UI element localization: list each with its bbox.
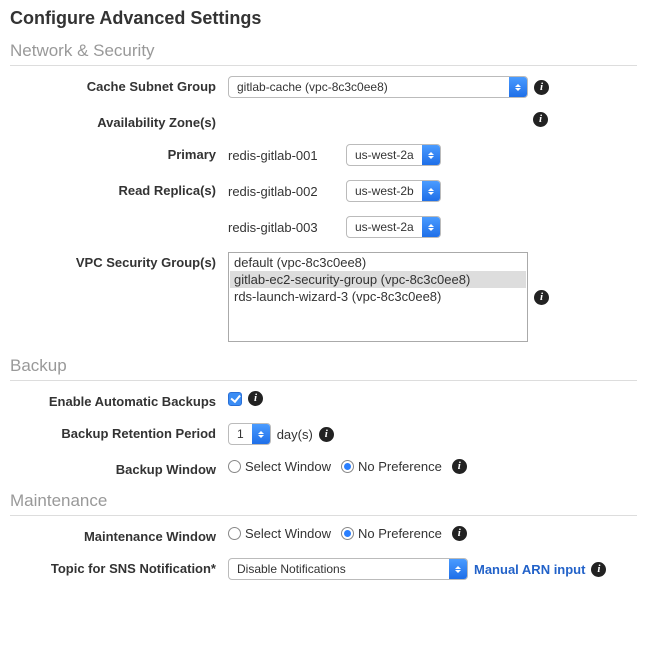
- sns-topic-select[interactable]: Disable Notifications: [228, 558, 468, 580]
- primary-zone-select[interactable]: us-west-2a: [346, 144, 441, 166]
- cache-subnet-label: Cache Subnet Group: [10, 76, 228, 94]
- info-icon[interactable]: i: [534, 80, 549, 95]
- radio-label: No Preference: [358, 526, 442, 541]
- backup-window-radio-none[interactable]: [341, 460, 354, 473]
- sg-option[interactable]: default (vpc-8c3c0ee8): [230, 254, 526, 271]
- replica-zone-select[interactable]: us-west-2a: [346, 216, 441, 238]
- replica-zone-select[interactable]: us-west-2b: [346, 180, 441, 202]
- read-replicas-label: Read Replica(s): [10, 180, 228, 198]
- page-title: Configure Advanced Settings: [10, 8, 637, 29]
- section-title-maintenance: Maintenance: [10, 491, 637, 516]
- retention-label: Backup Retention Period: [10, 423, 228, 441]
- primary-label: Primary: [10, 144, 228, 162]
- node-name: redis-gitlab-002: [228, 184, 340, 199]
- section-title-network: Network & Security: [10, 41, 637, 66]
- section-network-security: Network & Security Cache Subnet Group gi…: [10, 41, 637, 342]
- manual-arn-link[interactable]: Manual ARN input: [474, 562, 585, 577]
- security-groups-listbox[interactable]: default (vpc-8c3c0ee8) gitlab-ec2-securi…: [228, 252, 528, 342]
- chevron-updown-icon: [509, 77, 527, 97]
- backup-window-radio-select[interactable]: [228, 460, 241, 473]
- enable-backups-label: Enable Automatic Backups: [10, 391, 228, 409]
- zone-value: us-west-2b: [347, 184, 422, 198]
- sns-topic-value: Disable Notifications: [229, 562, 354, 576]
- zone-value: us-west-2a: [347, 220, 422, 234]
- enable-backups-checkbox[interactable]: [228, 392, 242, 406]
- radio-label: No Preference: [358, 459, 442, 474]
- chevron-updown-icon: [422, 181, 440, 201]
- info-icon[interactable]: i: [533, 112, 548, 127]
- security-groups-label: VPC Security Group(s): [10, 252, 228, 270]
- chevron-updown-icon: [422, 145, 440, 165]
- section-maintenance: Maintenance Maintenance Window Select Wi…: [10, 491, 637, 580]
- retention-unit: day(s): [277, 427, 313, 442]
- sg-option[interactable]: rds-launch-wizard-3 (vpc-8c3c0ee8): [230, 288, 526, 305]
- cache-subnet-select[interactable]: gitlab-cache (vpc-8c3c0ee8): [228, 76, 528, 98]
- node-name: redis-gitlab-001: [228, 148, 340, 163]
- zone-value: us-west-2a: [347, 148, 422, 162]
- maintenance-window-label: Maintenance Window: [10, 526, 228, 544]
- sns-topic-label: Topic for SNS Notification*: [10, 558, 228, 576]
- empty-label: [10, 216, 228, 219]
- retention-value: 1: [229, 427, 252, 441]
- cache-subnet-value: gitlab-cache (vpc-8c3c0ee8): [229, 80, 509, 94]
- info-icon[interactable]: i: [248, 391, 263, 406]
- sg-option[interactable]: gitlab-ec2-security-group (vpc-8c3c0ee8): [230, 271, 526, 288]
- backup-window-label: Backup Window: [10, 459, 228, 477]
- info-icon[interactable]: i: [319, 427, 334, 442]
- section-title-backup: Backup: [10, 356, 637, 381]
- info-icon[interactable]: i: [452, 459, 467, 474]
- info-icon[interactable]: i: [534, 290, 549, 305]
- radio-label: Select Window: [245, 459, 331, 474]
- info-icon[interactable]: i: [452, 526, 467, 541]
- chevron-updown-icon: [252, 424, 270, 444]
- node-name: redis-gitlab-003: [228, 220, 340, 235]
- section-backup: Backup Enable Automatic Backups i Backup…: [10, 356, 637, 477]
- maintenance-window-radio-select[interactable]: [228, 527, 241, 540]
- info-icon[interactable]: i: [591, 562, 606, 577]
- radio-label: Select Window: [245, 526, 331, 541]
- chevron-updown-icon: [449, 559, 467, 579]
- maintenance-window-radio-none[interactable]: [341, 527, 354, 540]
- chevron-updown-icon: [422, 217, 440, 237]
- retention-select[interactable]: 1: [228, 423, 271, 445]
- availability-zones-label: Availability Zone(s): [10, 112, 228, 130]
